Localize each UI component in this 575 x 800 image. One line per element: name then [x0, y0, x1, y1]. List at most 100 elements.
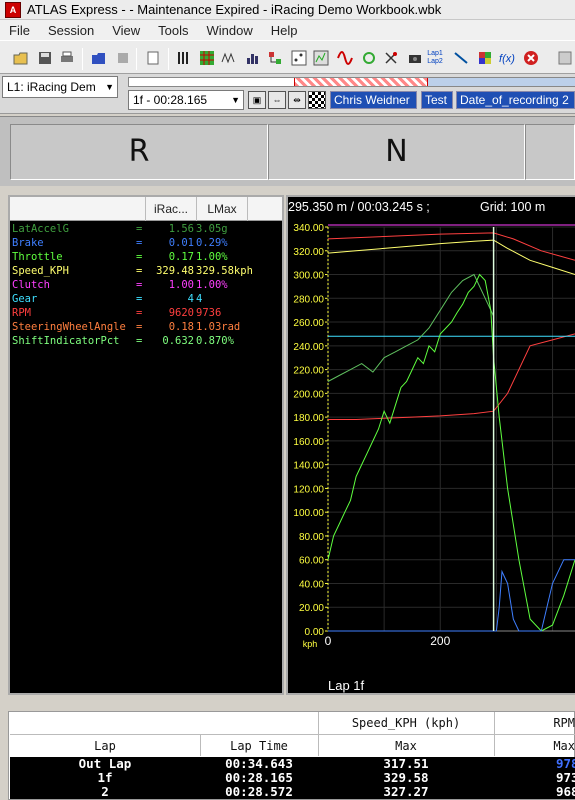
y-tick-label: 320.00	[293, 247, 324, 258]
value-row-name: RPM	[12, 307, 31, 319]
menu-help[interactable]: Help	[262, 23, 307, 38]
zoom-in-icon[interactable]: ⇔	[268, 91, 286, 109]
value-row[interactable]: SteeringWheelAngle = 0.18 1.03rad	[12, 320, 282, 334]
camera-icon[interactable]	[406, 50, 424, 68]
zoom-fit-icon[interactable]: ▣	[248, 91, 266, 109]
grid-icon[interactable]	[198, 50, 216, 68]
cursor-readout: 295.350 m / 00:03.245 s ;	[288, 200, 430, 214]
chart-plot[interactable]: 340.00 320.00 300.00 280.00 260.00 240.00 220.…	[288, 217, 575, 677]
tag-date[interactable]: Date_of_recording 2	[456, 91, 575, 109]
series-line	[328, 333, 575, 420]
values-header-name	[10, 197, 146, 221]
table-row[interactable]: 2 00:28.572 327.27 9684	[10, 785, 575, 799]
series-line	[328, 559, 575, 632]
y-tick-label: 100.00	[293, 508, 324, 519]
value-row[interactable]: Speed_KPH = 329.48 329.58kph	[12, 264, 282, 278]
value-row[interactable]: Clutch = 1.00 1.00%	[12, 278, 282, 292]
value-row-name: SteeringWheelAngle	[12, 321, 126, 333]
lap-compare-icon[interactable]: Lap1 Lap2	[426, 50, 444, 68]
menu-view[interactable]: View	[103, 23, 149, 38]
waveform-icon[interactable]	[220, 50, 238, 68]
print-icon[interactable]	[58, 50, 76, 68]
menu-tools[interactable]: Tools	[149, 23, 197, 38]
value-row-current: 1.00	[168, 279, 194, 291]
tree-icon[interactable]	[266, 50, 284, 68]
menu-session[interactable]: Session	[39, 23, 103, 38]
value-row-current: 9620	[168, 307, 194, 319]
splitter[interactable]	[0, 186, 575, 194]
save-icon[interactable]	[36, 50, 54, 68]
lap-time-dropdown[interactable]: 1f - 00:28.165 ▼	[128, 90, 244, 110]
tag-driver[interactable]: Chris Weidner	[330, 91, 417, 109]
chart-info-bar: 295.350 m / 00:03.245 s ; Grid: 100 m	[288, 197, 575, 217]
values-header-current[interactable]: iRac...	[146, 202, 196, 216]
value-row-current: 0.18	[168, 321, 194, 333]
menu-window[interactable]: Window	[198, 23, 262, 38]
open-session-icon[interactable]	[90, 50, 108, 68]
value-row-name: Gear	[12, 293, 38, 305]
refresh-icon[interactable]	[360, 50, 378, 68]
scatter-icon[interactable]	[290, 50, 308, 68]
value-row[interactable]: ShiftIndicatorPct = 0.632 0.870%	[12, 334, 282, 348]
measure-icon[interactable]	[452, 50, 470, 68]
value-row-max: 3.05g	[196, 223, 228, 235]
value-row[interactable]: Gear = 4 4	[12, 292, 282, 306]
value-row-max: 4	[196, 293, 203, 305]
col-header-lap-time[interactable]: Lap Time	[200, 734, 318, 756]
menu-file[interactable]: File	[0, 23, 39, 38]
value-row[interactable]: RPM = 9620 9736	[12, 306, 282, 320]
value-row[interactable]: LatAccelG = 1.56 3.05g	[12, 222, 282, 236]
value-row-name: LatAccelG	[12, 223, 69, 235]
series-line	[327, 239, 575, 275]
y-tick-label: 60.00	[299, 556, 324, 567]
function-icon[interactable]: f(x)	[498, 50, 516, 68]
value-row-equals: =	[136, 307, 143, 319]
lap-session-dropdown[interactable]: L1: iRacing Dem ▼	[2, 76, 118, 98]
value-row-equals: =	[136, 279, 143, 291]
speed-group-header: Speed_KPH (kph)	[351, 716, 461, 730]
value-row-name: Throttle	[12, 251, 63, 263]
bars-icon[interactable]	[174, 50, 192, 68]
value-row-equals: =	[136, 293, 143, 305]
checkered-flag-icon[interactable]	[308, 91, 326, 109]
table-cell-lap-time: 00:28.165	[225, 771, 293, 785]
title-bar: A ATLAS Express - - Maintenance Expired …	[0, 0, 575, 20]
record-icon[interactable]	[114, 50, 132, 68]
value-row-current: 1.56	[168, 223, 194, 235]
value-row-current: 0.17	[168, 251, 194, 263]
col-header-speed-max[interactable]: Max	[318, 734, 494, 756]
series-line	[327, 232, 575, 261]
gear-cell-reverse: R	[10, 124, 268, 180]
value-row-current: 0.01	[168, 237, 194, 249]
col-header-lap[interactable]: Lap	[10, 734, 200, 756]
table-row[interactable]: Out Lap 00:34.643 317.51 9789	[10, 757, 575, 771]
values-header-max[interactable]: LMax	[196, 197, 248, 221]
y-tick-label: 160.00	[293, 437, 324, 448]
value-row[interactable]: Throttle = 0.17 1.00%	[12, 250, 282, 264]
atlas-app-icon: A	[5, 1, 21, 18]
open-folder-icon[interactable]	[12, 50, 30, 68]
fft-icon[interactable]	[312, 50, 330, 68]
cut-icon[interactable]	[382, 50, 400, 68]
palette-icon[interactable]	[476, 50, 494, 68]
sine-icon[interactable]	[336, 50, 354, 68]
col-header-rpm-max[interactable]: Max	[494, 734, 575, 756]
table-row[interactable]: 1f 00:28.165 329.58 9736	[10, 771, 575, 785]
y-tick-label: 40.00	[299, 579, 324, 590]
value-row[interactable]: Brake = 0.01 0.29%	[12, 236, 282, 250]
chart-lap-label: Lap 1f	[328, 678, 365, 693]
value-row-equals: =	[136, 265, 143, 277]
page-icon[interactable]	[144, 50, 162, 68]
timeline-selection[interactable]	[294, 78, 428, 86]
series-line	[327, 273, 575, 632]
tag-session-type[interactable]: Test	[421, 91, 453, 109]
value-row-equals: =	[136, 321, 143, 333]
value-row-max: 0.870%	[196, 335, 234, 347]
value-row-max: 9736	[196, 307, 222, 319]
y-tick-label: 300.00	[293, 271, 324, 282]
close-icon[interactable]	[522, 50, 540, 68]
overflow-icon[interactable]	[556, 50, 574, 68]
x-tick-label: 0	[325, 634, 332, 648]
zoom-out-icon[interactable]: ⇹	[288, 91, 306, 109]
histogram-icon[interactable]	[244, 50, 262, 68]
